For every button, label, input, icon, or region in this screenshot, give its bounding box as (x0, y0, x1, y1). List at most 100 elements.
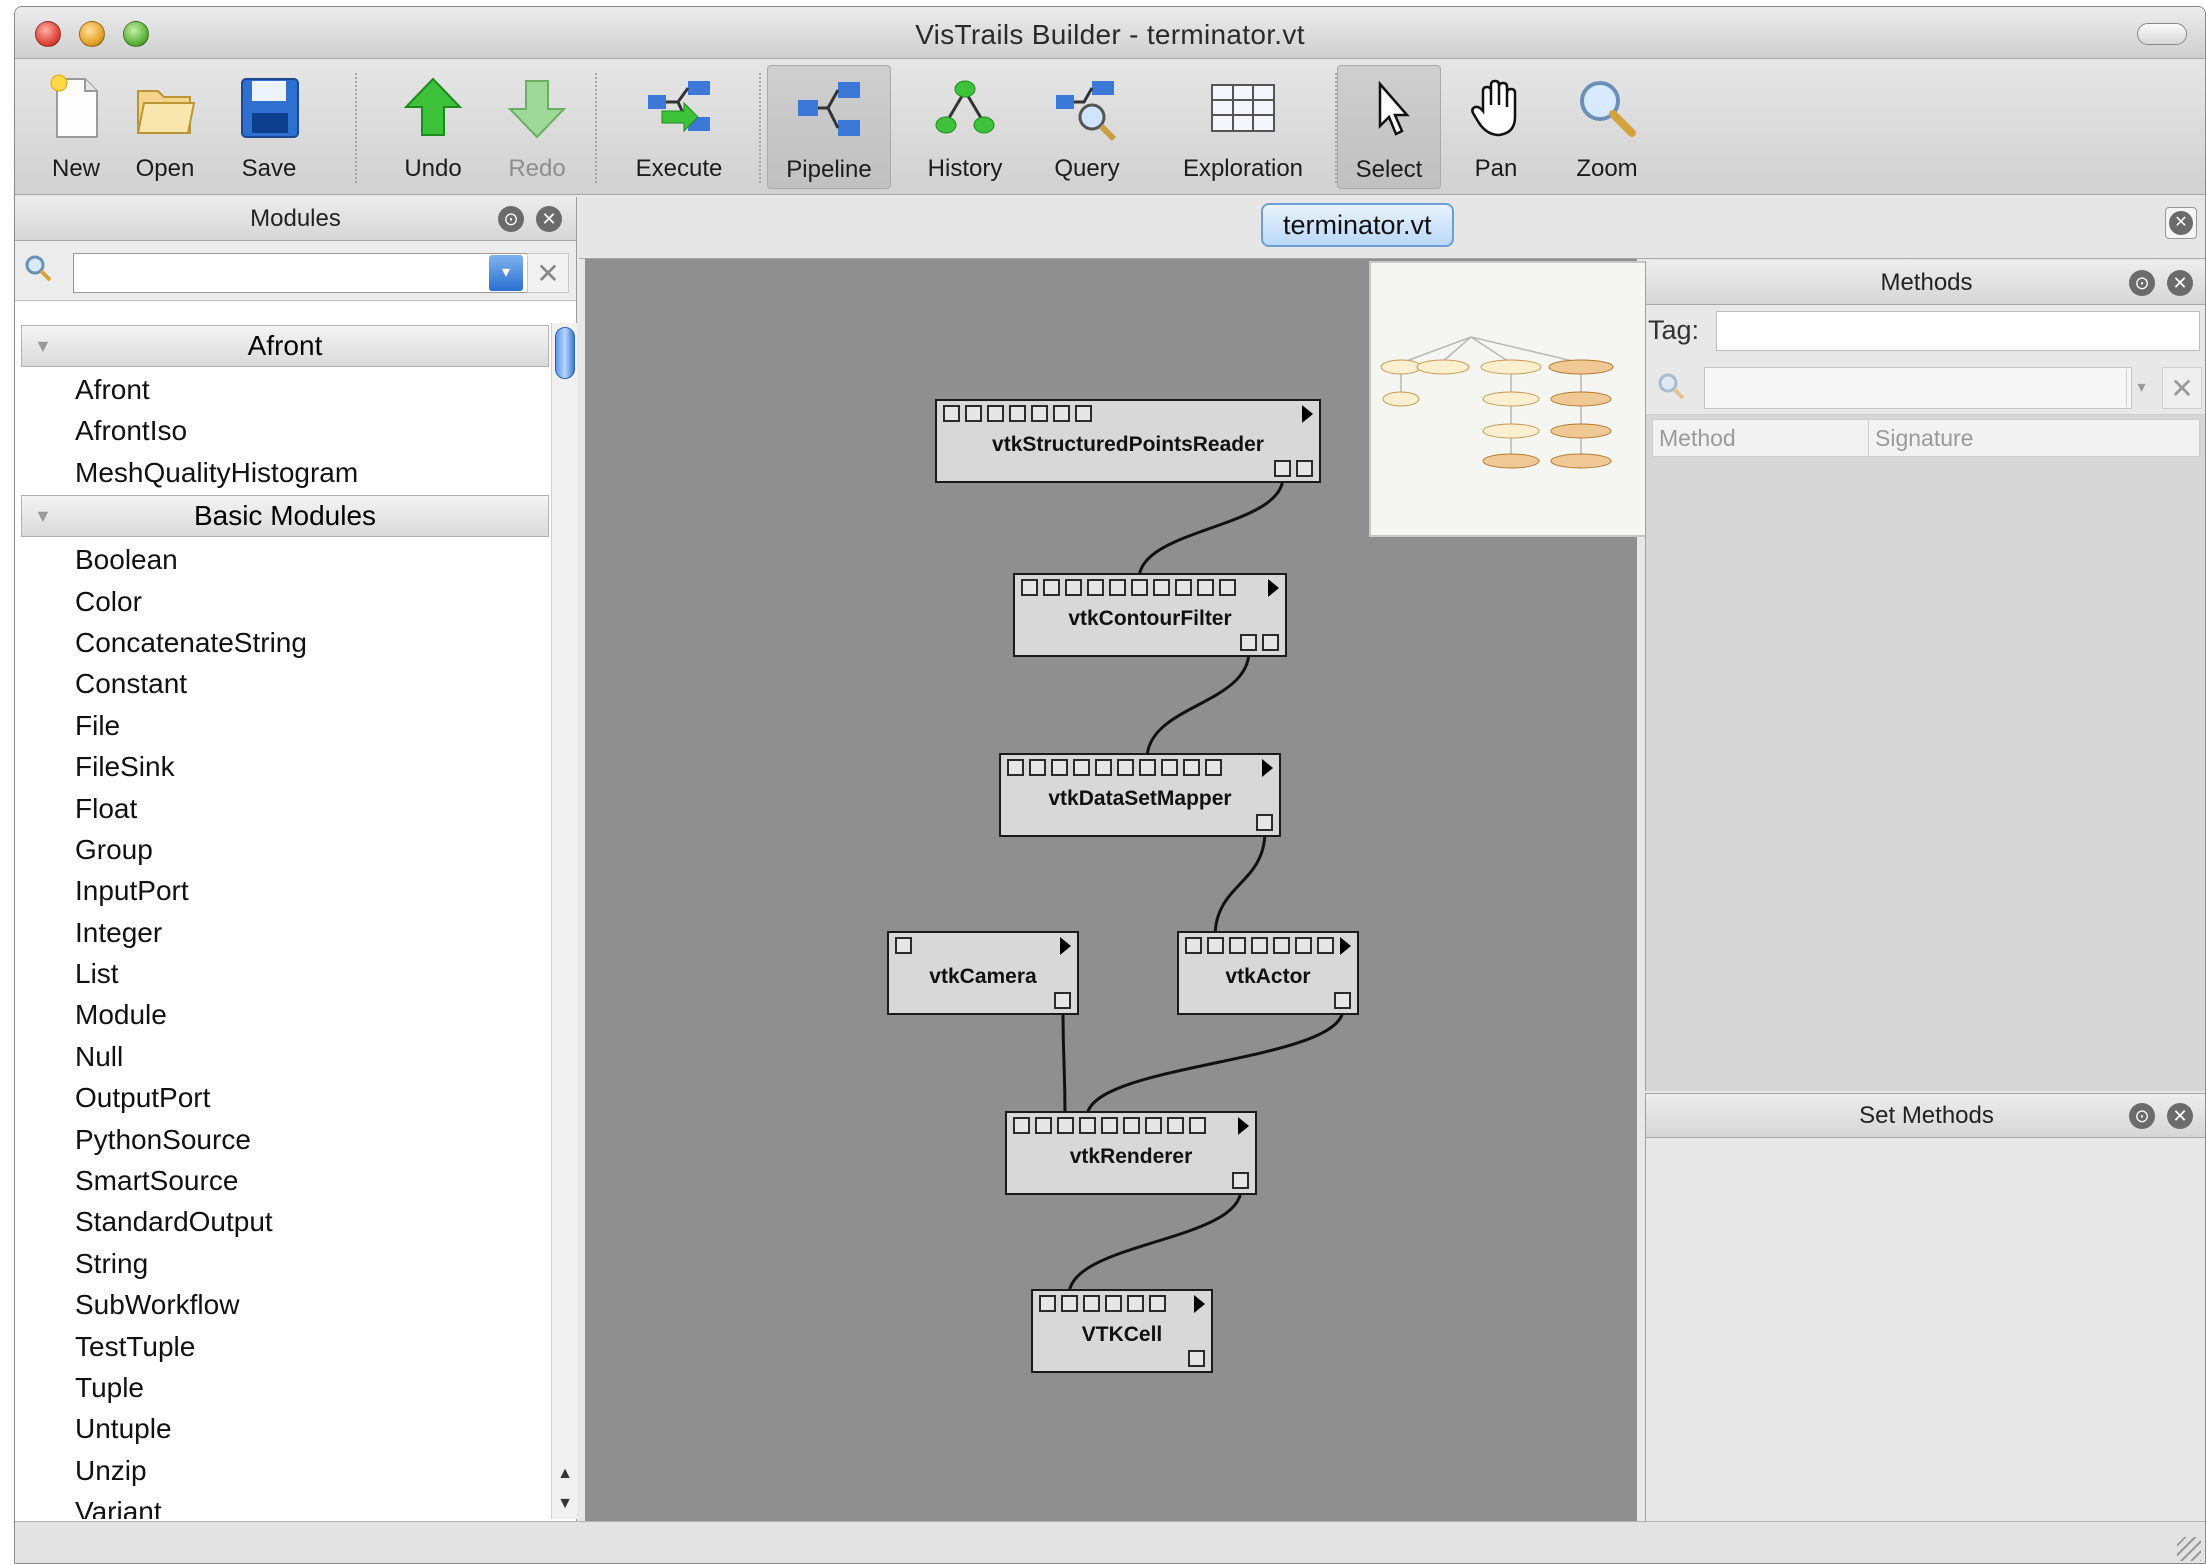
module-list-item[interactable]: TestTuple (21, 1326, 549, 1367)
input-port[interactable] (943, 405, 960, 422)
input-port[interactable] (1139, 759, 1156, 776)
input-port[interactable] (1189, 1117, 1206, 1134)
module-list-item[interactable]: File (21, 705, 549, 746)
input-port[interactable] (1273, 937, 1290, 954)
module-menu-arrow-icon[interactable] (1238, 1117, 1249, 1135)
close-panel-icon[interactable]: ✕ (2167, 1103, 2193, 1129)
input-port[interactable] (1061, 1295, 1078, 1312)
pipeline-module[interactable]: vtkRenderer (1005, 1111, 1257, 1195)
input-port[interactable] (1043, 579, 1060, 596)
module-list-item[interactable]: Constant (21, 663, 549, 704)
output-port[interactable] (1262, 634, 1279, 651)
input-port[interactable] (1131, 579, 1148, 596)
module-list-item[interactable]: Null (21, 1036, 549, 1077)
method-search-input[interactable] (1704, 367, 2132, 409)
input-port[interactable] (1295, 937, 1312, 954)
module-list-item[interactable]: Integer (21, 912, 549, 953)
pipeline-module[interactable]: vtkActor (1177, 931, 1359, 1015)
input-port[interactable] (1053, 405, 1070, 422)
save-button[interactable]: Save (227, 65, 311, 189)
pipeline-module[interactable]: vtkCamera (887, 931, 1079, 1015)
input-port[interactable] (895, 937, 912, 954)
zoom-tool-button[interactable]: Zoom (1555, 65, 1659, 189)
module-list-item[interactable]: OutputPort (21, 1077, 549, 1118)
module-search-input[interactable] (73, 253, 541, 293)
input-port[interactable] (1127, 1295, 1144, 1312)
float-panel-icon[interactable]: ⊙ (2129, 270, 2155, 296)
scroll-up-arrow-icon[interactable]: ▲ (552, 1465, 578, 1483)
module-list-item[interactable]: InputPort (21, 870, 549, 911)
module-list-item[interactable]: List (21, 953, 549, 994)
pipeline-connection[interactable] (1137, 476, 1285, 580)
float-panel-icon[interactable]: ⊙ (2129, 1103, 2155, 1129)
module-list-item[interactable]: SubWorkflow (21, 1284, 549, 1325)
close-panel-icon[interactable]: ✕ (2167, 270, 2193, 296)
input-port[interactable] (1183, 759, 1200, 776)
input-port[interactable] (1009, 405, 1026, 422)
input-port[interactable] (1251, 937, 1268, 954)
input-port[interactable] (1031, 405, 1048, 422)
module-list-item[interactable]: StandardOutput (21, 1201, 549, 1242)
input-port[interactable] (1073, 759, 1090, 776)
execute-button[interactable]: Execute (615, 65, 743, 189)
module-list-item[interactable]: SmartSource (21, 1160, 549, 1201)
module-list-item[interactable]: Boolean (21, 539, 549, 580)
module-list-item[interactable]: Color (21, 581, 549, 622)
output-port[interactable] (1240, 634, 1257, 651)
new-button[interactable]: New (33, 65, 119, 189)
module-list-item[interactable]: PythonSource (21, 1119, 549, 1160)
module-list-item[interactable]: AfrontIso (21, 410, 549, 451)
input-port[interactable] (965, 405, 982, 422)
column-header-method[interactable]: Method (1653, 420, 1869, 456)
input-port[interactable] (1013, 1117, 1030, 1134)
input-port[interactable] (1083, 1295, 1100, 1312)
input-port[interactable] (1175, 579, 1192, 596)
version-tree-minimap[interactable] (1369, 261, 1647, 537)
input-port[interactable] (1317, 937, 1334, 954)
module-list-item[interactable]: Tuple (21, 1367, 549, 1408)
module-list-item[interactable]: Untuple (21, 1408, 549, 1449)
input-port[interactable] (1167, 1117, 1184, 1134)
module-list-item[interactable]: String (21, 1243, 549, 1284)
float-panel-icon[interactable]: ⊙ (498, 206, 524, 232)
exploration-view-button[interactable]: Exploration (1151, 65, 1335, 189)
output-port[interactable] (1274, 460, 1291, 477)
pipeline-module[interactable]: VTKCell (1031, 1289, 1213, 1373)
input-port[interactable] (1105, 1295, 1122, 1312)
pipeline-connection[interactable] (1145, 650, 1251, 760)
output-port[interactable] (1334, 992, 1351, 1009)
input-port[interactable] (1039, 1295, 1056, 1312)
history-view-button[interactable]: History (907, 65, 1023, 189)
input-port[interactable] (1007, 759, 1024, 776)
pipeline-module[interactable]: vtkDataSetMapper (999, 753, 1281, 837)
tag-input[interactable] (1716, 311, 2200, 351)
module-menu-arrow-icon[interactable] (1194, 1295, 1205, 1313)
disclosure-triangle-icon[interactable]: ▼ (34, 326, 52, 366)
clear-search-button[interactable]: ✕ (2162, 367, 2202, 409)
tab-terminator[interactable]: terminator.vt (1261, 203, 1454, 247)
module-list-item[interactable]: Variant (21, 1491, 549, 1519)
input-port[interactable] (1185, 937, 1202, 954)
input-port[interactable] (1117, 759, 1134, 776)
input-port[interactable] (1075, 405, 1092, 422)
scrollbar-thumb[interactable] (555, 327, 575, 379)
query-view-button[interactable]: Query (1033, 65, 1141, 189)
module-list-item[interactable]: Float (21, 788, 549, 829)
module-list-item[interactable]: Module (21, 994, 549, 1035)
module-list-item[interactable]: MeshQualityHistogram (21, 452, 549, 493)
module-list-item[interactable]: Group (21, 829, 549, 870)
input-port[interactable] (1095, 759, 1112, 776)
toolbar-toggle-button[interactable] (2137, 23, 2187, 45)
pan-tool-button[interactable]: Pan (1447, 65, 1545, 189)
output-port[interactable] (1296, 460, 1313, 477)
clear-search-button[interactable]: ✕ (527, 253, 569, 293)
module-list-item[interactable]: FileSink (21, 746, 549, 787)
input-port[interactable] (1087, 579, 1104, 596)
input-port[interactable] (1153, 579, 1170, 596)
input-port[interactable] (1065, 579, 1082, 596)
input-port[interactable] (1161, 759, 1178, 776)
output-port[interactable] (1232, 1172, 1249, 1189)
search-history-dropdown[interactable]: ▾ (2126, 369, 2156, 407)
pipeline-module[interactable]: vtkStructuredPointsReader (935, 399, 1321, 483)
column-header-signature[interactable]: Signature (1869, 420, 2200, 456)
